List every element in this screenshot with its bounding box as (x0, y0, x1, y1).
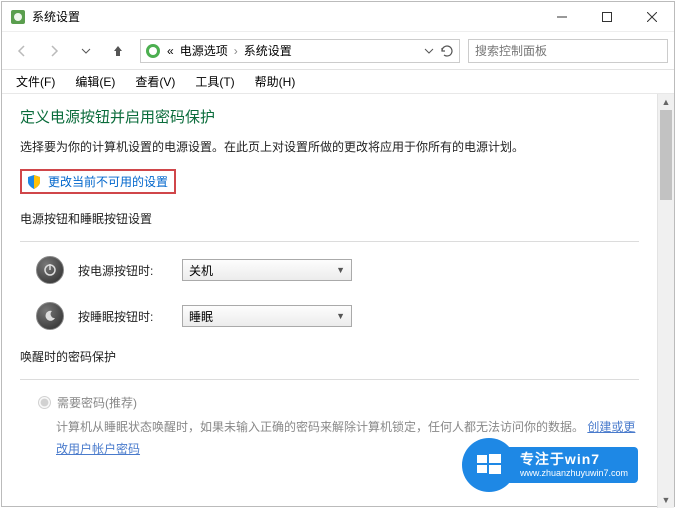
divider (20, 379, 639, 380)
minimize-button[interactable] (539, 2, 584, 31)
window-frame: 系统设置 « (1, 1, 675, 507)
watermark-badge: 专注于win7 www.zhuanzhuyuwin7.com (462, 438, 638, 492)
scroll-up-arrow[interactable]: ▲ (658, 94, 674, 110)
sleep-button-row: 按睡眠按钮时: 睡眠 ▼ (36, 302, 639, 330)
scrollbar[interactable]: ▲ ▼ (657, 94, 674, 508)
windows-logo-icon (462, 438, 516, 492)
shield-icon (26, 174, 42, 190)
sleep-button-label: 按睡眠按钮时: (78, 308, 168, 325)
power-options-icon (145, 43, 161, 59)
radio-label: 需要密码(推荐) (57, 394, 137, 411)
sleep-button-value: 睡眠 (189, 308, 213, 325)
navbar: « 电源选项 › 系统设置 搜索控制面板 (2, 32, 674, 70)
app-icon (10, 9, 26, 25)
power-button-value: 关机 (189, 262, 213, 279)
page-title: 定义电源按钮并启用密码保护 (20, 106, 639, 127)
menu-tools[interactable]: 工具(T) (187, 71, 242, 92)
menubar: 文件(F) 编辑(E) 查看(V) 工具(T) 帮助(H) (2, 70, 674, 94)
window-title: 系统设置 (32, 8, 539, 25)
back-button[interactable] (8, 37, 36, 65)
close-button[interactable] (629, 2, 674, 31)
power-button-row: 按电源按钮时: 关机 ▼ (36, 256, 639, 284)
radio-input[interactable] (38, 396, 51, 409)
forward-button[interactable] (40, 37, 68, 65)
breadcrumb-prefix: « (167, 44, 174, 58)
search-input[interactable]: 搜索控制面板 (468, 39, 668, 63)
divider (20, 241, 639, 242)
badge-line2: www.zhuanzhuyuwin7.com (520, 468, 628, 479)
window-buttons (539, 2, 674, 31)
menu-help[interactable]: 帮助(H) (247, 71, 304, 92)
scroll-thumb[interactable] (660, 110, 672, 200)
section-buttons-label: 电源按钮和睡眠按钮设置 (20, 210, 639, 227)
menu-file[interactable]: 文件(F) (8, 71, 63, 92)
require-password-radio[interactable]: 需要密码(推荐) (38, 394, 639, 411)
scroll-down-arrow[interactable]: ▼ (658, 492, 674, 508)
sleep-button-combo[interactable]: 睡眠 ▼ (182, 305, 352, 327)
menu-view[interactable]: 查看(V) (127, 71, 183, 92)
dropdown-history-button[interactable] (72, 37, 100, 65)
badge-line1: 专注于win7 (520, 451, 600, 468)
power-button-label: 按电源按钮时: (78, 262, 168, 279)
refresh-icon[interactable] (439, 43, 455, 59)
breadcrumb-item[interactable]: 系统设置 (244, 42, 292, 59)
addressbar[interactable]: « 电源选项 › 系统设置 (140, 39, 460, 63)
section-password-label: 唤醒时的密码保护 (20, 348, 639, 365)
change-unavailable-settings-link[interactable]: 更改当前不可用的设置 (48, 173, 168, 190)
breadcrumb-separator: › (234, 44, 238, 58)
maximize-button[interactable] (584, 2, 629, 31)
up-button[interactable] (104, 37, 132, 65)
sleep-icon (36, 302, 64, 330)
radio-desc-text: 计算机从睡眠状态唤醒时，如果未输入正确的密码来解除计算机锁定，任何人都无法访问你… (56, 420, 584, 434)
menu-edit[interactable]: 编辑(E) (67, 71, 123, 92)
change-settings-highlight: 更改当前不可用的设置 (20, 169, 176, 194)
chevron-down-icon: ▼ (336, 265, 345, 275)
power-button-combo[interactable]: 关机 ▼ (182, 259, 352, 281)
page-description: 选择要为你的计算机设置的电源设置。在此页上对设置所做的更改将应用于你所有的电源计… (20, 137, 639, 157)
titlebar: 系统设置 (2, 2, 674, 32)
power-icon (36, 256, 64, 284)
chevron-down-icon: ▼ (336, 311, 345, 321)
address-dropdown-icon[interactable] (421, 43, 437, 59)
breadcrumb-item[interactable]: 电源选项 (180, 42, 228, 59)
search-placeholder: 搜索控制面板 (475, 42, 547, 59)
